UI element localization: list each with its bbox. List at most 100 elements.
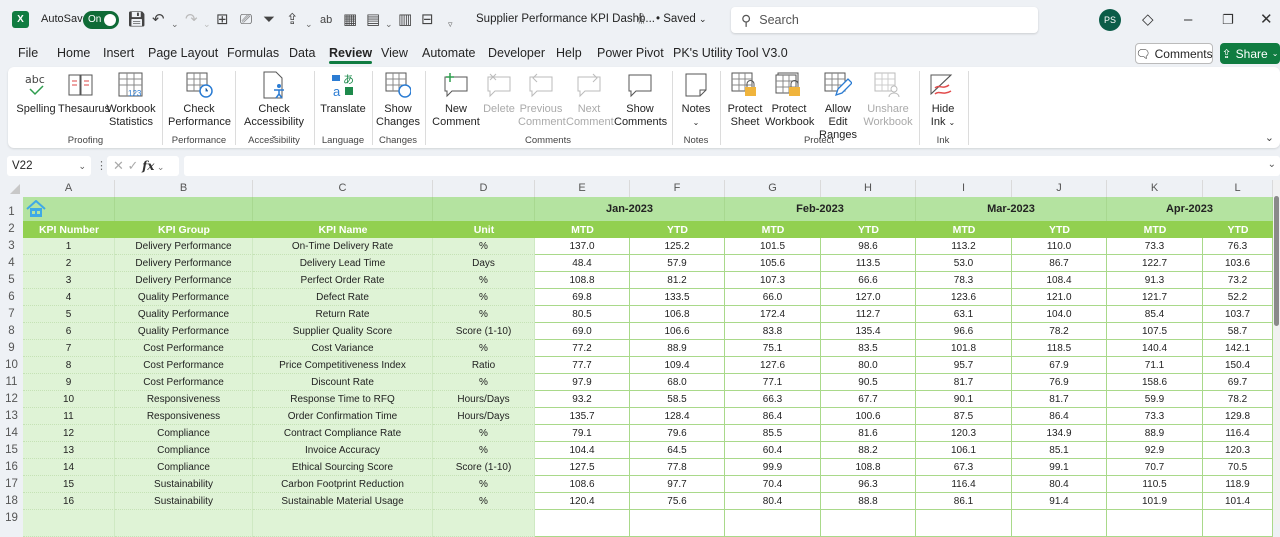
kpi-group-cell[interactable]: Cost Performance: [115, 374, 253, 391]
tab-help[interactable]: Help: [556, 46, 582, 60]
calculator-dropdown-icon[interactable]: ⌄: [385, 14, 393, 34]
kpi-name-cell[interactable]: Sustainable Material Usage: [253, 493, 433, 510]
ytd-value-cell[interactable]: 79.6: [630, 425, 725, 442]
autosave-toggle[interactable]: On: [83, 11, 119, 29]
column-title-kpi-name[interactable]: KPI Name: [253, 221, 433, 238]
ytd-value-cell[interactable]: 120.3: [1203, 442, 1273, 459]
kpi-name-cell[interactable]: Price Competitiveness Index: [253, 357, 433, 374]
next-comment-button[interactable]: Next Comment: [566, 71, 614, 129]
mtd-value-cell[interactable]: 73.3: [1107, 238, 1203, 255]
kpi-number-cell[interactable]: 16: [23, 493, 115, 510]
close-icon[interactable]: ✕: [1260, 10, 1273, 30]
column-header-b[interactable]: B: [115, 180, 253, 197]
saved-status[interactable]: • Saved ⌄: [656, 13, 707, 25]
insert-function-icon[interactable]: fx: [142, 159, 154, 173]
ytd-value-cell[interactable]: 81.6: [821, 425, 916, 442]
mtd-value-cell[interactable]: 101.5: [725, 238, 821, 255]
name-box[interactable]: V22 ⌄: [7, 156, 91, 176]
ytd-value-cell[interactable]: 103.6: [1203, 255, 1273, 272]
spelling-button[interactable]: abc Spelling: [16, 71, 56, 116]
ytd-value-cell[interactable]: 77.8: [630, 459, 725, 476]
column-header-f[interactable]: F: [630, 180, 725, 197]
column-header-e[interactable]: E: [535, 180, 630, 197]
month-header[interactable]: Feb-2023: [725, 197, 916, 221]
row-header-8[interactable]: 8: [0, 323, 23, 340]
kpi-group-cell[interactable]: Compliance: [115, 459, 253, 476]
calc-sheet-icon[interactable]: ▥: [398, 10, 412, 30]
unit-cell[interactable]: Ratio: [433, 357, 535, 374]
home-icon[interactable]: [26, 199, 46, 223]
translate-button[interactable]: あa Translate: [319, 71, 367, 116]
collapse-ribbon-icon[interactable]: ⌄: [1265, 131, 1274, 144]
kpi-number-cell[interactable]: 12: [23, 425, 115, 442]
ytd-value-cell[interactable]: 64.5: [630, 442, 725, 459]
comments-button[interactable]: 🗨︎ Comments: [1135, 43, 1213, 64]
kpi-number-cell[interactable]: 8: [23, 357, 115, 374]
kpi-group-cell[interactable]: Responsiveness: [115, 391, 253, 408]
mtd-value-cell[interactable]: 79.1: [535, 425, 630, 442]
ytd-value-cell[interactable]: 85.1: [1012, 442, 1107, 459]
mtd-value-cell[interactable]: 77.2: [535, 340, 630, 357]
kpi-name-cell[interactable]: Ethical Sourcing Score: [253, 459, 433, 476]
mtd-value-cell[interactable]: 69.8: [535, 289, 630, 306]
mtd-value-cell[interactable]: 96.6: [916, 323, 1012, 340]
unit-cell[interactable]: %: [433, 340, 535, 357]
ytd-value-cell[interactable]: 52.2: [1203, 289, 1273, 306]
row-header-2[interactable]: 2: [0, 221, 23, 238]
kpi-group-cell[interactable]: Compliance: [115, 425, 253, 442]
unit-cell[interactable]: %: [433, 374, 535, 391]
mtd-value-cell[interactable]: 123.6: [916, 289, 1012, 306]
column-header-k[interactable]: K: [1107, 180, 1203, 197]
mtd-value-cell[interactable]: 53.0: [916, 255, 1012, 272]
kpi-number-cell[interactable]: 7: [23, 340, 115, 357]
kpi-number-cell[interactable]: 14: [23, 459, 115, 476]
row-header-16[interactable]: 16: [0, 459, 23, 476]
mtd-value-cell[interactable]: 110.5: [1107, 476, 1203, 493]
mtd-value-cell[interactable]: 127.6: [725, 357, 821, 374]
ytd-value-cell[interactable]: 73.2: [1203, 272, 1273, 289]
mtd-value-cell[interactable]: 71.1: [1107, 357, 1203, 374]
ytd-value-cell[interactable]: 101.4: [1203, 493, 1273, 510]
ytd-value-cell[interactable]: 97.7: [630, 476, 725, 493]
user-avatar[interactable]: PS: [1099, 9, 1121, 31]
unshare-workbook-button[interactable]: Unshare Workbook: [863, 71, 913, 129]
mtd-value-cell[interactable]: 85.5: [725, 425, 821, 442]
ytd-value-cell[interactable]: 75.6: [630, 493, 725, 510]
mtd-value-cell[interactable]: 101.8: [916, 340, 1012, 357]
mtd-value-cell[interactable]: 88.9: [1107, 425, 1203, 442]
month-header[interactable]: Jan-2023: [535, 197, 725, 221]
mtd-value-cell[interactable]: 66.0: [725, 289, 821, 306]
mtd-value-cell[interactable]: 122.7: [1107, 255, 1203, 272]
row-header-17[interactable]: 17: [0, 476, 23, 493]
ytd-value-cell[interactable]: 98.6: [821, 238, 916, 255]
mtd-value-cell[interactable]: 121.7: [1107, 289, 1203, 306]
kpi-name-cell[interactable]: Discount Rate: [253, 374, 433, 391]
mtd-header[interactable]: MTD: [1107, 221, 1203, 238]
kpi-number-cell[interactable]: 5: [23, 306, 115, 323]
column-title-unit[interactable]: Unit: [433, 221, 535, 238]
unit-cell[interactable]: %: [433, 289, 535, 306]
tab-developer[interactable]: Developer: [488, 46, 545, 60]
ytd-value-cell[interactable]: 78.2: [1012, 323, 1107, 340]
share-qa-icon[interactable]: ⇪: [286, 10, 299, 30]
tab-pk-utility-tool[interactable]: PK's Utility Tool V3.0: [673, 46, 788, 60]
show-comments-button[interactable]: Show Comments: [614, 71, 667, 129]
mtd-value-cell[interactable]: 78.3: [916, 272, 1012, 289]
row-header-6[interactable]: 6: [0, 289, 23, 306]
delete-comment-button[interactable]: Delete: [482, 71, 516, 116]
ytd-header[interactable]: YTD: [1203, 221, 1273, 238]
ytd-value-cell[interactable]: 128.4: [630, 408, 725, 425]
row-header-12[interactable]: 12: [0, 391, 23, 408]
ytd-value-cell[interactable]: 129.8: [1203, 408, 1273, 425]
ytd-value-cell[interactable]: 90.5: [821, 374, 916, 391]
ytd-value-cell[interactable]: 96.3: [821, 476, 916, 493]
mtd-value-cell[interactable]: 105.6: [725, 255, 821, 272]
row-header-4[interactable]: 4: [0, 255, 23, 272]
ytd-value-cell[interactable]: 57.9: [630, 255, 725, 272]
column-header-c[interactable]: C: [253, 180, 433, 197]
ytd-value-cell[interactable]: 76.9: [1012, 374, 1107, 391]
row-header-1[interactable]: 1: [0, 197, 23, 221]
more-options-icon[interactable]: ⋮: [96, 159, 107, 172]
ytd-value-cell[interactable]: 106.6: [630, 323, 725, 340]
unit-cell[interactable]: %: [433, 306, 535, 323]
